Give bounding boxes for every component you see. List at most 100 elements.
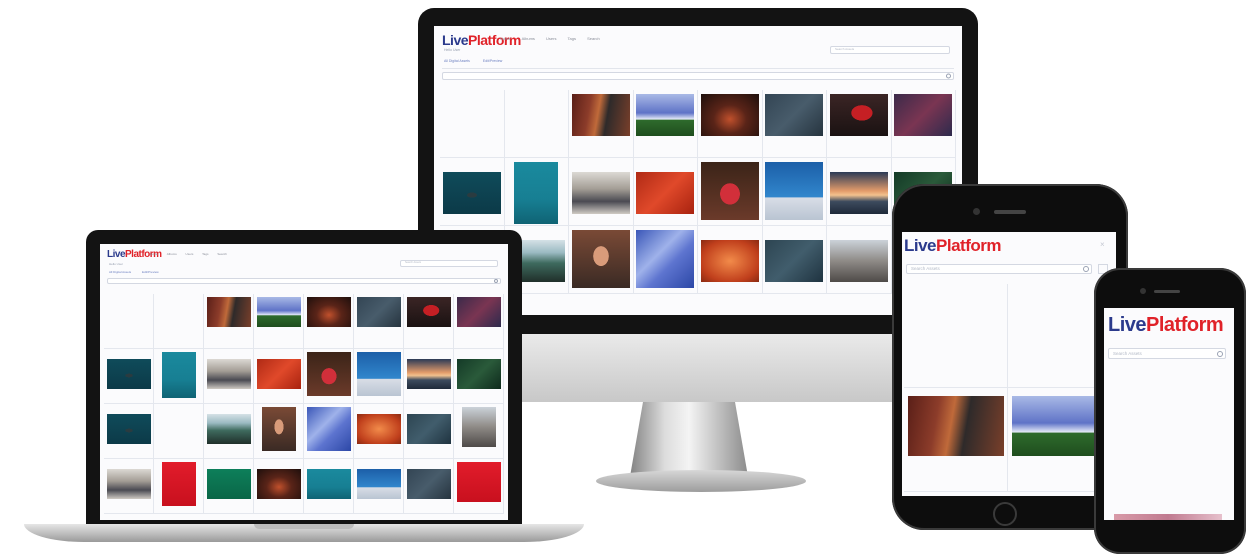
desktop-asset-thumbnail bbox=[443, 94, 501, 136]
laptop-asset-thumbnail bbox=[456, 359, 501, 389]
desktop-asset-cell[interactable] bbox=[698, 158, 763, 226]
laptop-asset-cell[interactable] bbox=[354, 349, 404, 404]
laptop-asset-thumbnail bbox=[106, 469, 151, 499]
laptop-asset-cell[interactable] bbox=[154, 459, 204, 514]
breadcrumb-all-assets[interactable]: All Digital Assets bbox=[444, 59, 470, 63]
laptop-asset-cell[interactable] bbox=[254, 404, 304, 459]
nav-tags[interactable]: Tags bbox=[568, 36, 576, 41]
laptop-asset-cell[interactable] bbox=[154, 349, 204, 404]
laptop-nav-search[interactable]: Search bbox=[217, 252, 227, 256]
desktop-asset-cell[interactable] bbox=[827, 226, 892, 294]
nav-albums[interactable]: Albums bbox=[522, 36, 535, 41]
phone-camera bbox=[1140, 288, 1146, 294]
desktop-asset-cell[interactable] bbox=[698, 90, 763, 158]
laptop-asset-cell[interactable] bbox=[354, 459, 404, 514]
laptop-asset-cell[interactable] bbox=[354, 294, 404, 349]
desktop-asset-cell[interactable] bbox=[440, 158, 505, 226]
laptop-asset-cell[interactable] bbox=[254, 294, 304, 349]
laptop-asset-thumbnail bbox=[461, 407, 496, 447]
laptop-breadcrumb-edit-preview[interactable]: Edit/Preview bbox=[142, 270, 159, 274]
desktop-header-search[interactable]: Search Assets bbox=[830, 46, 950, 54]
laptop-asset-cell[interactable] bbox=[254, 459, 304, 514]
phone-thumb-car[interactable] bbox=[1108, 396, 1226, 466]
laptop-breadcrumb-all-assets[interactable]: All Digital Assets bbox=[109, 270, 131, 274]
desktop-asset-cell[interactable] bbox=[762, 90, 827, 158]
desktop-asset-cell[interactable] bbox=[827, 158, 892, 226]
laptop-asset-cell[interactable] bbox=[404, 294, 454, 349]
desktop-asset-cell[interactable] bbox=[698, 226, 763, 294]
tablet-logo: LivePlatform bbox=[904, 236, 1001, 255]
laptop-asset-cell[interactable] bbox=[404, 459, 454, 514]
laptop-asset-cell[interactable] bbox=[204, 349, 254, 404]
laptop-search-input[interactable] bbox=[107, 278, 501, 284]
desktop-asset-thumbnail bbox=[571, 230, 630, 288]
desktop-asset-cell[interactable] bbox=[569, 158, 634, 226]
laptop-asset-cell[interactable] bbox=[454, 404, 504, 459]
laptop-nav-tags[interactable]: Tags bbox=[202, 252, 208, 256]
tablet-asset-cell[interactable] bbox=[904, 284, 1008, 388]
desktop-asset-cell[interactable] bbox=[633, 90, 698, 158]
close-icon[interactable]: × bbox=[1100, 240, 1105, 249]
nav-search[interactable]: Search bbox=[587, 36, 600, 41]
laptop-asset-cell[interactable] bbox=[304, 294, 354, 349]
laptop-asset-cell[interactable] bbox=[404, 404, 454, 459]
desktop-asset-cell[interactable] bbox=[633, 226, 698, 294]
desktop-asset-cell[interactable] bbox=[569, 90, 634, 158]
phone-screen: LivePlatform Search Assets bbox=[1104, 308, 1234, 520]
laptop-asset-cell[interactable] bbox=[304, 404, 354, 459]
laptop-header-search[interactable]: Search Assets bbox=[400, 260, 498, 267]
desktop-asset-cell[interactable] bbox=[633, 158, 698, 226]
desktop-asset-cell[interactable] bbox=[504, 158, 569, 226]
desktop-asset-cell[interactable] bbox=[504, 90, 569, 158]
laptop-asset-cell[interactable] bbox=[104, 459, 154, 514]
desktop-asset-thumbnail bbox=[571, 172, 630, 214]
laptop-asset-cell[interactable] bbox=[104, 294, 154, 349]
desktop-asset-thumbnail bbox=[894, 94, 953, 136]
laptop-asset-thumbnail bbox=[306, 297, 351, 327]
phone-logo: LivePlatform bbox=[1108, 314, 1224, 336]
laptop-screen: LivePlatform Home Albums Users Tags Sear… bbox=[100, 244, 508, 520]
laptop-nav-users[interactable]: Users bbox=[186, 252, 194, 256]
desktop-asset-cell[interactable] bbox=[827, 90, 892, 158]
desktop-asset-thumbnail bbox=[700, 240, 759, 282]
laptop-asset-thumbnail bbox=[356, 414, 401, 444]
laptop-asset-thumbnail bbox=[306, 407, 351, 451]
breadcrumb-edit-preview[interactable]: Edit/Preview bbox=[483, 59, 502, 63]
desktop-subtitle: Hello User bbox=[444, 48, 461, 52]
laptop-asset-cell[interactable] bbox=[104, 404, 154, 459]
desktop-asset-cell[interactable] bbox=[762, 158, 827, 226]
desktop-asset-cell[interactable] bbox=[762, 226, 827, 294]
laptop-asset-cell[interactable] bbox=[454, 294, 504, 349]
laptop-nav-albums[interactable]: Albums bbox=[167, 252, 177, 256]
search-icon bbox=[1083, 266, 1089, 272]
laptop-asset-cell[interactable] bbox=[254, 349, 304, 404]
nav-users[interactable]: Users bbox=[546, 36, 556, 41]
desktop-asset-cell[interactable] bbox=[569, 226, 634, 294]
tablet-home-button[interactable] bbox=[993, 502, 1017, 526]
laptop-asset-cell[interactable] bbox=[404, 349, 454, 404]
laptop-asset-cell[interactable] bbox=[204, 294, 254, 349]
phone-thumb-next[interactable] bbox=[1114, 514, 1222, 520]
laptop-asset-cell[interactable] bbox=[454, 349, 504, 404]
laptop-asset-cell[interactable] bbox=[204, 404, 254, 459]
laptop-asset-grid bbox=[104, 294, 504, 514]
laptop-asset-cell[interactable] bbox=[454, 459, 504, 514]
laptop-nav-home[interactable]: Home bbox=[150, 252, 158, 256]
laptop-asset-cell[interactable] bbox=[154, 404, 204, 459]
desktop-asset-cell[interactable] bbox=[440, 90, 505, 158]
tablet-asset-cell[interactable] bbox=[904, 388, 1008, 492]
laptop-asset-thumbnail bbox=[306, 469, 351, 499]
laptop-asset-cell[interactable] bbox=[304, 459, 354, 514]
laptop-asset-cell[interactable] bbox=[104, 349, 154, 404]
laptop-asset-cell[interactable] bbox=[354, 404, 404, 459]
laptop-asset-cell[interactable] bbox=[304, 349, 354, 404]
tablet-search-input[interactable]: Search Assets bbox=[906, 264, 1092, 274]
phone-search-input[interactable]: Search Assets bbox=[1108, 348, 1226, 359]
desktop-search-input[interactable] bbox=[442, 72, 954, 80]
laptop-asset-thumbnail bbox=[261, 407, 296, 451]
laptop-asset-thumbnail bbox=[161, 462, 196, 506]
laptop-asset-cell[interactable] bbox=[204, 459, 254, 514]
laptop-asset-cell[interactable] bbox=[154, 294, 204, 349]
desktop-asset-cell[interactable] bbox=[891, 90, 956, 158]
nav-home[interactable]: Home bbox=[500, 36, 511, 41]
